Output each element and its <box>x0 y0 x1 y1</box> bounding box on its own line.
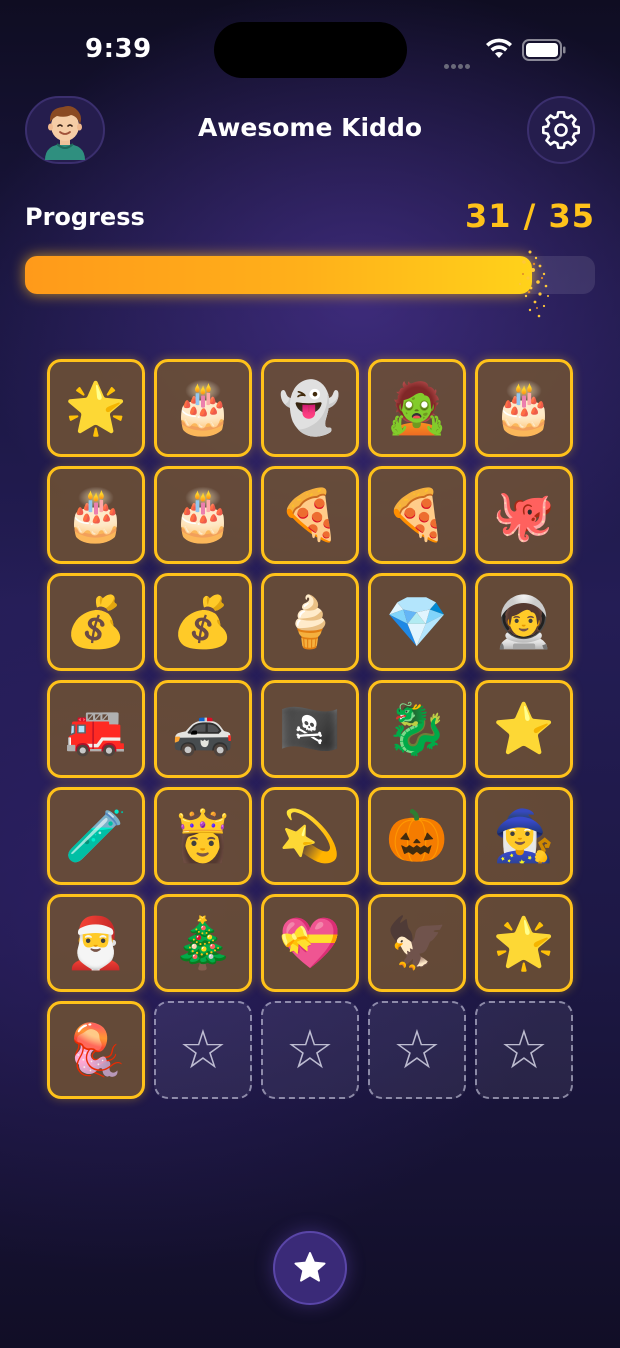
sticker-slot[interactable]: 🧟 <box>368 359 466 457</box>
star-outline-icon: ☆ <box>499 1018 549 1081</box>
progress-bar-fill <box>25 256 533 294</box>
sticker-slot[interactable]: 🌟 <box>475 894 573 992</box>
treasure-chest-icon: 💰 <box>64 593 128 651</box>
witch-icon: 🧙‍♀️ <box>492 807 556 865</box>
empty-sticker-slot[interactable]: ☆ <box>475 1001 573 1099</box>
star-icon <box>294 1252 326 1282</box>
zombie-icon: 🧟 <box>385 379 449 437</box>
sticker-slot[interactable]: 🧙‍♀️ <box>475 787 573 885</box>
pizza-icon: 🍕 <box>278 486 342 544</box>
star-outline-icon: ☆ <box>178 1018 228 1081</box>
ghost-icon: 👻 <box>278 379 342 437</box>
sticker-slot[interactable]: 👻 <box>261 359 359 457</box>
sticker-slot[interactable]: 🪼 <box>47 1001 145 1099</box>
heart-with-ribbon-icon: 💝 <box>278 914 342 972</box>
empty-sticker-slot[interactable]: ☆ <box>368 1001 466 1099</box>
ice-cream-icon: 🍦 <box>278 593 342 651</box>
dragon-icon: 🐉 <box>385 700 449 758</box>
sticker-slot[interactable]: 🦅 <box>368 894 466 992</box>
treasure-chest-icon: 💰 <box>171 593 235 651</box>
cellular-signal-icon <box>444 54 476 69</box>
battery-icon <box>522 39 566 61</box>
christmas-tree-icon: 🎄 <box>171 914 235 972</box>
empty-sticker-slot[interactable]: ☆ <box>261 1001 359 1099</box>
police-car-icon: 🚓 <box>171 700 235 758</box>
jellyfish-icon: 🪼 <box>64 1021 128 1079</box>
fire-truck-icon: 🚒 <box>64 700 128 758</box>
santa-icon: 🎅 <box>64 914 128 972</box>
add-sticker-button[interactable] <box>273 1231 347 1305</box>
sticker-slot[interactable]: 🐙 <box>475 466 573 564</box>
birthday-cake-icon: 🎂 <box>171 379 235 437</box>
pizza-icon: 🍕 <box>385 486 449 544</box>
sticker-slot[interactable]: 🍕 <box>261 466 359 564</box>
birthday-cake-icon: 🎂 <box>492 379 556 437</box>
glowing-star-icon: 🌟 <box>64 379 128 437</box>
jack-o-lantern-icon: 🎃 <box>385 807 449 865</box>
sticker-slot[interactable]: 🎂 <box>154 359 252 457</box>
sticker-grid: 🌟 🎂 👻 🧟 🎂 🎂 🎂 🍕 🍕 🐙 💰 💰 🍦 💎 🧑‍🚀 🚒 🚓 🏴‍☠️ 🐉 ⭐ 🧪 👸 💫 🎃 🧙‍♀️ 🎅 🎄 💝 🦅 🌟 🪼 ☆… <box>47 359 573 1099</box>
sticker-slot[interactable]: 🎂 <box>47 466 145 564</box>
wifi-icon <box>486 38 512 58</box>
status-time: 9:39 <box>85 34 152 64</box>
sticker-slot[interactable]: 🍦 <box>261 573 359 671</box>
sticker-slot[interactable]: 💫 <box>261 787 359 885</box>
pirate-ship-icon: 🏴‍☠️ <box>278 700 342 758</box>
sticker-slot[interactable]: 🎂 <box>154 466 252 564</box>
crystals-icon: 💎 <box>385 593 449 651</box>
sticker-slot[interactable]: 💰 <box>154 573 252 671</box>
sticker-slot[interactable]: 🚒 <box>47 680 145 778</box>
princess-icon: 👸 <box>171 807 235 865</box>
octopus-icon: 🐙 <box>492 486 556 544</box>
gear-icon <box>542 110 580 149</box>
sticker-slot[interactable]: ⭐ <box>475 680 573 778</box>
empty-sticker-slot[interactable]: ☆ <box>154 1001 252 1099</box>
dynamic-island <box>214 22 407 78</box>
cauldron-icon: 🧪 <box>64 807 128 865</box>
dizzy-star-icon: 💫 <box>278 807 342 865</box>
sticker-slot[interactable]: 🌟 <box>47 359 145 457</box>
progress-label: Progress <box>25 203 145 231</box>
glowing-star-icon: 🌟 <box>492 914 556 972</box>
star-outline-icon: ☆ <box>285 1018 335 1081</box>
settings-button[interactable] <box>527 96 595 164</box>
sticker-slot[interactable]: 🎅 <box>47 894 145 992</box>
sticker-slot[interactable]: 🐉 <box>368 680 466 778</box>
sticker-slot[interactable]: 🎂 <box>475 359 573 457</box>
birthday-cake-icon: 🎂 <box>171 486 235 544</box>
sticker-slot[interactable]: 🧑‍🚀 <box>475 573 573 671</box>
star-icon: ⭐ <box>492 700 556 758</box>
sticker-slot[interactable]: 🧪 <box>47 787 145 885</box>
astronaut-icon: 🧑‍🚀 <box>492 593 556 651</box>
sticker-slot[interactable]: 💝 <box>261 894 359 992</box>
sticker-slot[interactable]: 🎄 <box>154 894 252 992</box>
sticker-slot[interactable]: 🚓 <box>154 680 252 778</box>
sparkle-particles-icon <box>518 250 549 318</box>
birthday-cake-icon: 🎂 <box>64 486 128 544</box>
sticker-slot[interactable]: 🏴‍☠️ <box>261 680 359 778</box>
sticker-slot[interactable]: 👸 <box>154 787 252 885</box>
eagle-icon: 🦅 <box>385 914 449 972</box>
sticker-slot[interactable]: 🍕 <box>368 466 466 564</box>
status-bar: 9:39 <box>0 0 620 100</box>
sticker-slot[interactable]: 💰 <box>47 573 145 671</box>
star-outline-icon: ☆ <box>392 1018 442 1081</box>
sticker-slot[interactable]: 💎 <box>368 573 466 671</box>
sticker-slot[interactable]: 🎃 <box>368 787 466 885</box>
progress-count: 31 / 35 <box>464 197 595 235</box>
